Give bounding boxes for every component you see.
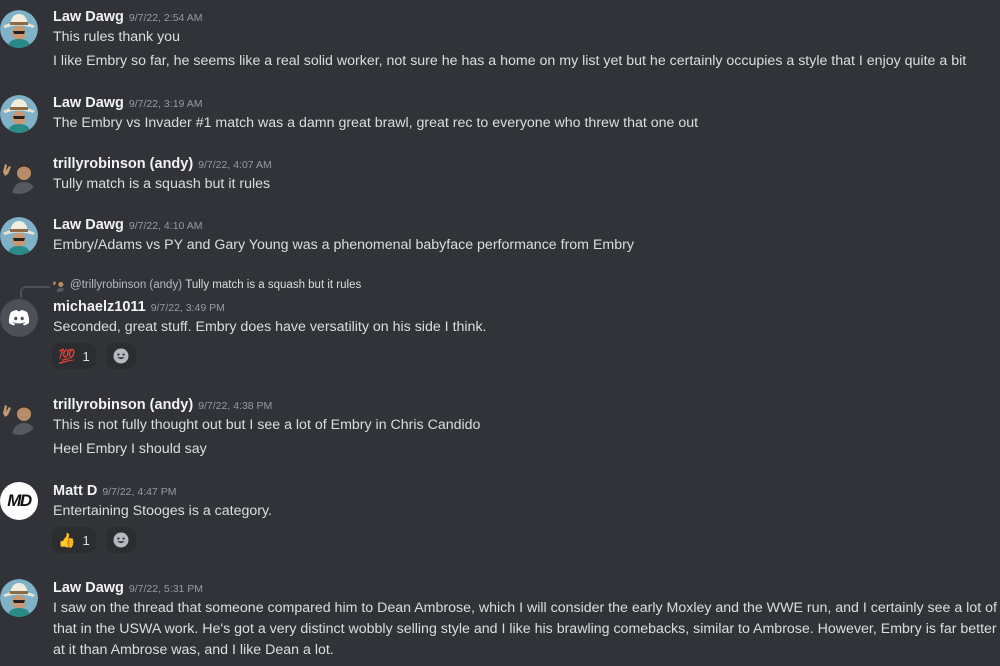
message-header: michaelz1011 9/7/22, 3:49 PM xyxy=(53,298,225,316)
message-text: Embry/Adams vs PY and Gary Young was a p… xyxy=(53,237,634,253)
timestamp[interactable]: 9/7/22, 4:07 AM xyxy=(198,159,272,171)
message-header: trillyrobinson (andy) 9/7/22, 4:38 PM xyxy=(53,396,272,414)
md-monogram: MD xyxy=(7,491,32,510)
rock-hand-avatar-icon[interactable] xyxy=(0,397,38,435)
rock-hand-avatar-icon[interactable] xyxy=(0,156,38,194)
timestamp[interactable]: 9/7/22, 2:54 AM xyxy=(129,12,203,24)
reaction-count: 1 xyxy=(82,532,90,548)
message-header: Law Dawg 9/7/22, 2:54 AM xyxy=(53,8,202,26)
discord-logo-icon[interactable] xyxy=(0,299,38,337)
message-text: I saw on the thread that someone compare… xyxy=(53,600,997,658)
cowboy-avatar-icon[interactable] xyxy=(0,217,38,255)
timestamp[interactable]: 9/7/22, 4:38 PM xyxy=(198,400,272,412)
message-text: The Embry vs Invader #1 match was a damn… xyxy=(53,115,699,131)
username[interactable]: michaelz1011 xyxy=(53,299,146,315)
message-header: trillyrobinson (andy) 9/7/22, 4:07 AM xyxy=(53,155,272,173)
username[interactable]: Law Dawg xyxy=(53,217,124,233)
message-header: Law Dawg 9/7/22, 5:31 PM xyxy=(53,579,203,597)
cowboy-avatar-icon[interactable] xyxy=(0,10,38,48)
add-reaction-icon[interactable] xyxy=(106,343,136,369)
reaction-thumbs-up[interactable]: 👍 1 xyxy=(52,527,96,553)
message-text: This is not fully thought out but I see … xyxy=(53,417,481,433)
timestamp[interactable]: 9/7/22, 5:31 PM xyxy=(129,583,203,595)
message-text: Seconded, great stuff. Embry does have v… xyxy=(53,319,487,335)
message-header: Law Dawg 9/7/22, 4:10 AM xyxy=(53,216,202,234)
md-avatar[interactable]: MD xyxy=(0,482,38,520)
username[interactable]: Law Dawg xyxy=(53,95,124,111)
username[interactable]: Matt D xyxy=(53,483,97,499)
cowboy-avatar-icon[interactable] xyxy=(0,579,38,617)
timestamp[interactable]: 9/7/22, 3:49 PM xyxy=(151,302,225,314)
hundred-emoji-icon: 💯 xyxy=(58,347,76,364)
cowboy-avatar-icon[interactable] xyxy=(0,95,38,133)
reaction-hundred[interactable]: 💯 1 xyxy=(52,343,96,369)
reply-preview[interactable]: @trillyrobinson (andy) Tully match is a … xyxy=(52,278,361,292)
username[interactable]: Law Dawg xyxy=(53,9,124,25)
rock-hand-avatar-icon xyxy=(52,278,66,292)
username[interactable]: trillyrobinson (andy) xyxy=(53,397,193,413)
reply-text: Tully match is a squash but it rules xyxy=(185,279,362,291)
message-text: This rules thank you xyxy=(53,29,180,45)
username[interactable]: trillyrobinson (andy) xyxy=(53,156,193,172)
reaction-count: 1 xyxy=(82,348,90,364)
message-text: Heel Embry I should say xyxy=(53,441,207,457)
message-header: Matt D 9/7/22, 4:47 PM xyxy=(53,482,176,500)
message-text: Entertaining Stooges is a category. xyxy=(53,503,272,519)
add-reaction-icon[interactable] xyxy=(106,527,136,553)
thumbs-up-emoji-icon: 👍 xyxy=(58,531,76,548)
reply-connector xyxy=(20,286,50,298)
message-header: Law Dawg 9/7/22, 3:19 AM xyxy=(53,94,202,112)
message-text: Tully match is a squash but it rules xyxy=(53,176,271,192)
message-text: I like Embry so far, he seems like a rea… xyxy=(53,53,967,69)
timestamp[interactable]: 9/7/22, 4:47 PM xyxy=(102,486,176,498)
timestamp[interactable]: 9/7/22, 4:10 AM xyxy=(129,220,203,232)
timestamp[interactable]: 9/7/22, 3:19 AM xyxy=(129,98,203,110)
reply-mention[interactable]: @trillyrobinson (andy) xyxy=(70,279,182,291)
username[interactable]: Law Dawg xyxy=(53,580,124,596)
